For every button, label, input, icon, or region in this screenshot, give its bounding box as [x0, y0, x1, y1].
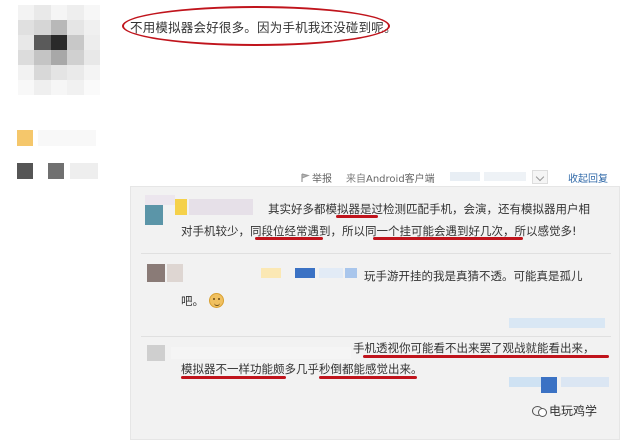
red-underline-annotation: [373, 237, 523, 240]
reply-meta-blur-3: [561, 377, 609, 387]
smile-emoji-icon: [209, 293, 224, 308]
report-link[interactable]: 举报: [300, 170, 332, 185]
red-underline-annotation: [363, 355, 609, 358]
post-actions-bar: 举报 来自Android客户端 收起回复: [300, 166, 620, 186]
reply-username-blur-2: [295, 268, 315, 278]
source-client-link[interactable]: Android客户端: [366, 174, 435, 185]
reply-avatar-blur: [147, 264, 165, 282]
reply-meta-blur-2: [541, 377, 557, 393]
floor-blur: [484, 172, 526, 181]
source-prefix: 来自: [346, 174, 366, 185]
red-underline-annotation: [336, 215, 378, 218]
timestamp-blur: [450, 172, 480, 181]
red-underline-annotation: [255, 237, 323, 240]
red-underline-annotation: [181, 376, 286, 379]
reply-text-line: 玩手游开挂的我是真猜不透。可能真是孤儿: [364, 269, 583, 283]
user-name-blur: [38, 130, 96, 146]
report-label: 举报: [312, 174, 332, 185]
chevron-down-icon: [535, 172, 545, 182]
user-badge-blur: [17, 130, 33, 146]
watermark-text: 电玩鸡学: [549, 404, 598, 418]
collapse-reply-link[interactable]: 收起回复: [568, 170, 608, 185]
watermark: 电玩鸡学: [532, 402, 597, 419]
user-level-blur-1: [17, 163, 33, 179]
wechat-icon: [532, 405, 547, 417]
reply-meta-blur: [509, 318, 605, 328]
reply-item: 手机透视你可能看不出来罢了观战就能看出来， 模拟器不一样功能颇多几乎秒倒都能感觉…: [131, 337, 619, 441]
post-source: 来自Android客户端: [346, 170, 435, 185]
reply-text-line: 模拟器不一样功能颇多几乎秒倒都能感觉出来。: [181, 362, 423, 376]
reply-text-line: 手机透视你可能看不出来罢了观战就能看出来，: [353, 341, 595, 355]
more-dropdown[interactable]: [532, 170, 548, 184]
reply-text-line: 吧。: [181, 294, 204, 308]
red-underline-annotation: [319, 376, 417, 379]
user-avatar-mosaic[interactable]: [18, 5, 100, 95]
reply-text-line: 其实好多都模拟器是过检测匹配手机，会演，还有模拟器用户相: [268, 202, 590, 216]
post-content: 不用模拟器会好很多。因为手机我还没碰到呢。: [130, 20, 397, 35]
reply-avatar-blur: [145, 205, 163, 225]
reply-avatar-blur: [147, 345, 165, 361]
reply-avatar-blur-2: [167, 264, 183, 282]
reply-username-blur: [261, 268, 281, 278]
reply-username-blur: [171, 347, 351, 359]
reply-username-blur-4: [345, 268, 357, 278]
reply-item: 其实好多都模拟器是过检测匹配手机，会演，还有模拟器用户相 对手机较少，同段位经常…: [131, 187, 619, 253]
user-level-blur-3: [70, 163, 98, 179]
reply-avatar-blur-top: [145, 195, 175, 205]
user-level-blur-2: [48, 163, 64, 179]
reply-username-blur: [175, 199, 187, 215]
reply-item: 玩手游开挂的我是真猜不透。可能真是孤儿 吧。: [131, 254, 619, 336]
left-user-column: [0, 0, 110, 444]
reply-username-blur-3: [319, 268, 343, 278]
reply-username-blur-2: [189, 199, 253, 215]
report-icon: [301, 172, 310, 182]
